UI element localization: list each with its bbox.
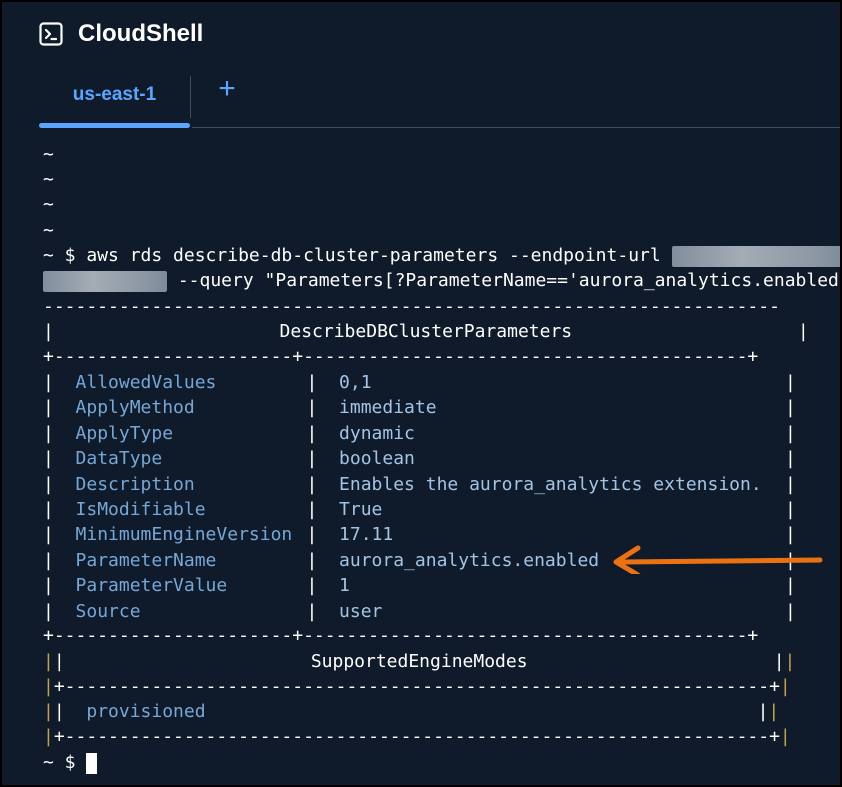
parameter-value: True (339, 499, 383, 520)
parameter-row: | Source | user | (43, 600, 796, 622)
parameter-value: user (339, 600, 383, 622)
terminal-output[interactable]: ~ ~ ~ ~ ~ $ aws rds describe-db-cluster-… (43, 142, 842, 782)
parameter-row: | ApplyType | dynamic | (43, 422, 796, 444)
parameter-key: Source (75, 600, 141, 622)
parameter-row: | ApplyMethod | immediate | (43, 397, 796, 419)
table-title-row: | DescribeDBClusterParameters | (43, 321, 809, 342)
parameter-row: | IsModifiable | True | (43, 499, 796, 520)
sub-table-border: |+--------------------------------------… (43, 676, 791, 697)
tilde-line: ~ (43, 194, 54, 215)
parameter-value: 1 (339, 575, 350, 597)
plus-icon: + (218, 72, 236, 105)
command-line: ~ $ aws rds describe-db-cluster-paramete… (43, 243, 840, 268)
prompt: ~ $ (43, 752, 76, 773)
parameter-key: ParameterValue (75, 575, 228, 597)
sub-table-row: || provisioned || (43, 701, 780, 722)
title-row: CloudShell (39, 20, 203, 48)
parameter-row: | ParameterValue | 1 | (43, 575, 796, 597)
parameter-row: | Description | Enables the aurora_analyt… (43, 473, 796, 495)
active-tab-indicator (39, 123, 190, 128)
parameter-key: IsModifiable (75, 499, 206, 520)
sub-table-title-row: || SupportedEngineModes || (43, 651, 796, 672)
table-border: ----------------------------------------… (43, 296, 780, 317)
command-text: ~ $ aws rds describe-db-cluster-paramete… (43, 245, 672, 266)
parameter-value: Enables the aurora_analytics extension. (339, 473, 762, 495)
add-tab-button[interactable]: + (191, 68, 263, 110)
table-border: +----------------------+----------------… (43, 625, 759, 646)
table-border: +----------------------+----------------… (43, 346, 759, 367)
cursor (86, 752, 98, 774)
parameter-value: immediate (339, 397, 437, 419)
command-continuation: --query "Parameters[?ParameterName=='aur… (43, 268, 842, 293)
tilde-line: ~ (43, 169, 54, 190)
tab-label: us-east-1 (72, 84, 157, 105)
command-query: --query "Parameters[?ParameterName=='aur… (167, 270, 842, 291)
parameter-key: MinimumEngineVersion (75, 524, 293, 546)
header: CloudShell us-east-1 + (2, 2, 840, 130)
tab-bar: us-east-1 + (39, 72, 263, 130)
tilde-line: ~ (43, 144, 54, 165)
tab-us-east-1[interactable]: us-east-1 (39, 74, 190, 128)
app-title: CloudShell (78, 20, 204, 47)
sub-table-border: |+--------------------------------------… (43, 726, 791, 747)
table-title: DescribeDBClusterParameters (279, 321, 573, 342)
parameter-key: AllowedValues (75, 372, 217, 393)
parameter-key: ApplyType (75, 422, 174, 444)
parameter-key: DataType (75, 448, 163, 470)
parameter-value: 0,1 (339, 372, 372, 393)
parameter-row: | AllowedValues | 0,1 | (43, 372, 796, 393)
prompt-line[interactable]: ~ $ (43, 750, 98, 775)
tilde-line: ~ (43, 220, 54, 241)
parameter-value: boolean (339, 448, 415, 470)
sub-table-title: SupportedEngineModes (310, 651, 528, 672)
parameter-key: Description (75, 473, 195, 495)
parameter-row: | DataType | boolean | (43, 448, 796, 470)
parameter-key: ApplyMethod (75, 397, 195, 419)
cloudshell-window: CloudShell us-east-1 + ~ ~ ~ ~ ~ $ aws r… (0, 0, 842, 787)
redacted-endpoint (671, 245, 840, 267)
terminal-icon (39, 22, 63, 46)
parameter-value: dynamic (339, 422, 415, 444)
arrow-annotation (613, 545, 823, 574)
redacted-region (43, 270, 167, 292)
supported-engine-mode: provisioned (86, 701, 206, 722)
parameter-key: ParameterName (75, 549, 217, 571)
header-divider (192, 127, 840, 128)
